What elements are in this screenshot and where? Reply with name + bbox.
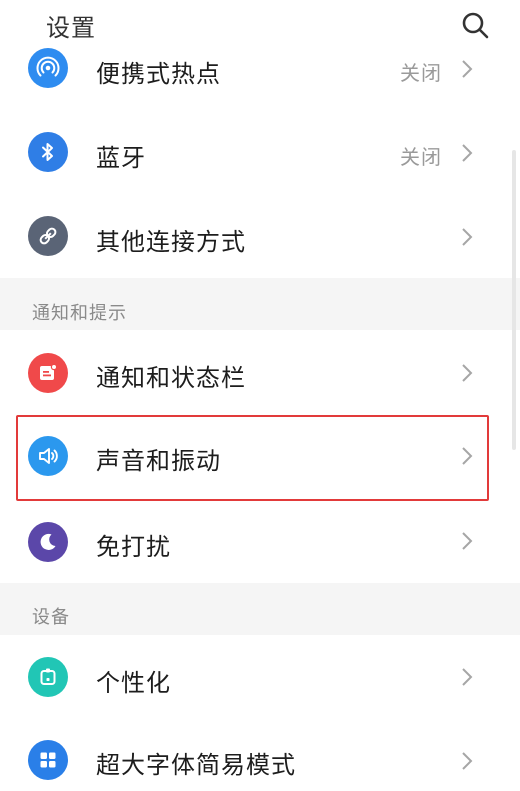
settings-item-dnd[interactable]: 免打扰 bbox=[0, 500, 520, 583]
notification-icon bbox=[28, 353, 68, 393]
link-icon bbox=[28, 216, 68, 256]
section-header-device: 设备 bbox=[0, 583, 520, 635]
moon-icon bbox=[28, 522, 68, 562]
section-title: 设备 bbox=[32, 607, 70, 628]
settings-item-label: 蓝牙 bbox=[96, 144, 146, 172]
chevron-right-icon bbox=[462, 532, 473, 550]
settings-item-hotspot[interactable]: 便携式热点 关闭 bbox=[0, 48, 520, 100]
bluetooth-icon bbox=[28, 132, 68, 172]
section-header-notifications: 通知和提示 bbox=[0, 278, 520, 330]
speaker-icon bbox=[28, 436, 68, 476]
status-text: 关闭 bbox=[400, 145, 442, 169]
settings-item-label: 免打扰 bbox=[96, 533, 171, 561]
settings-item-personalize[interactable]: 个性化 bbox=[0, 635, 520, 720]
chevron-right-icon bbox=[462, 144, 473, 162]
settings-item-bluetooth[interactable]: 蓝牙 关闭 bbox=[0, 100, 520, 190]
chevron-right-icon bbox=[462, 228, 473, 246]
status-text: 关闭 bbox=[400, 61, 442, 85]
settings-item-label: 个性化 bbox=[96, 669, 171, 697]
chevron-right-icon bbox=[462, 60, 473, 78]
personalize-icon bbox=[28, 657, 68, 697]
chevron-right-icon bbox=[462, 447, 473, 465]
header: 设置 bbox=[0, 0, 520, 50]
settings-item-large-font[interactable]: 超大字体简易模式 bbox=[0, 720, 520, 791]
settings-item-label: 便携式热点 bbox=[96, 60, 221, 88]
search-icon[interactable] bbox=[460, 10, 490, 40]
settings-item-label: 声音和振动 bbox=[96, 447, 221, 475]
page-title: 设置 bbox=[46, 14, 96, 42]
settings-item-label: 超大字体简易模式 bbox=[96, 751, 296, 779]
scrollbar[interactable] bbox=[512, 150, 516, 450]
section-title: 通知和提示 bbox=[32, 303, 127, 324]
grid-icon bbox=[28, 740, 68, 780]
settings-item-label: 其他连接方式 bbox=[96, 228, 246, 256]
settings-item-sound[interactable]: 声音和振动 bbox=[0, 415, 520, 500]
chevron-right-icon bbox=[462, 668, 473, 686]
chevron-right-icon bbox=[462, 752, 473, 770]
settings-item-other-connections[interactable]: 其他连接方式 bbox=[0, 190, 520, 278]
hotspot-icon bbox=[28, 48, 68, 88]
chevron-right-icon bbox=[462, 364, 473, 382]
settings-item-label: 通知和状态栏 bbox=[96, 364, 246, 392]
settings-item-notifications[interactable]: 通知和状态栏 bbox=[0, 330, 520, 415]
